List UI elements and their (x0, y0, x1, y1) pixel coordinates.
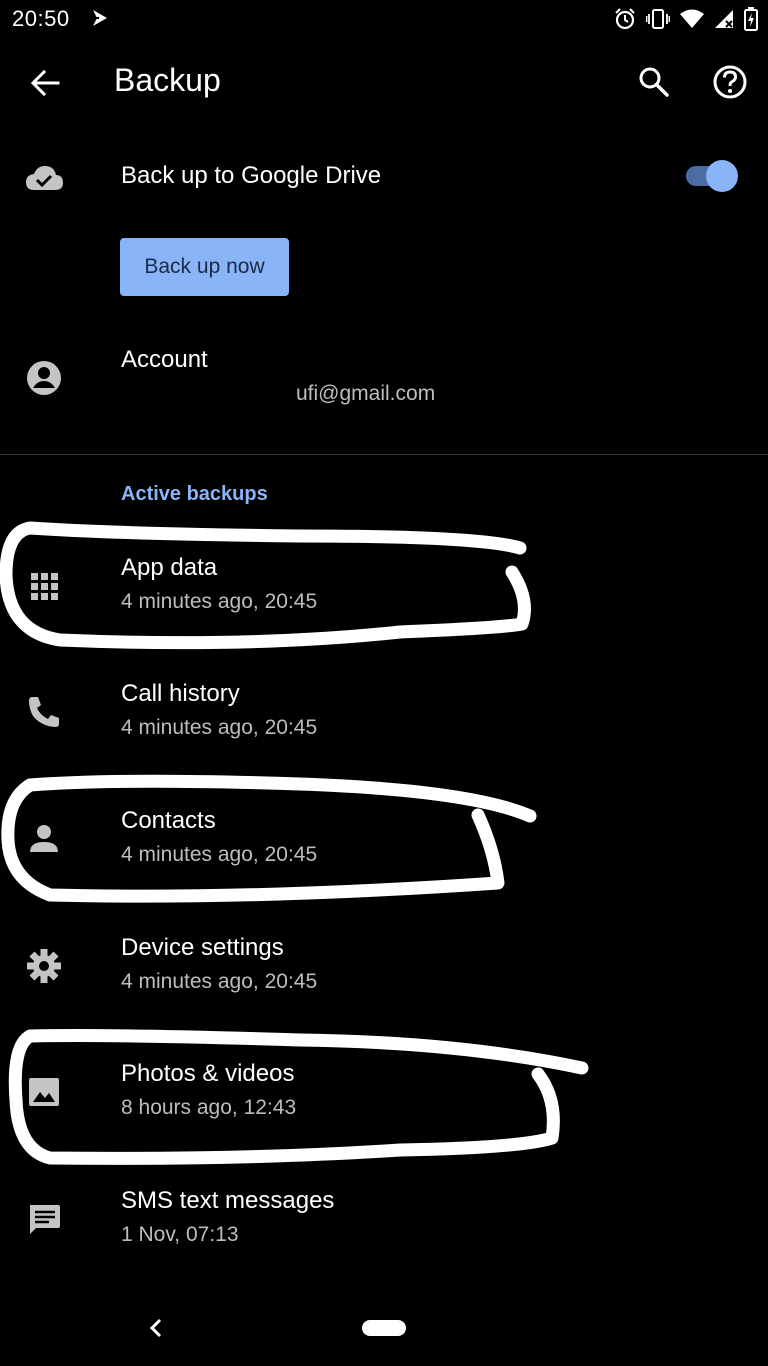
active-backups-header: Active backups (121, 483, 268, 505)
status-bar: 20:50 (0, 0, 768, 40)
list-item-title: Contacts (121, 807, 216, 834)
google-drive-backup-row[interactable]: Back up to Google Drive (0, 140, 768, 212)
list-item-photos-videos[interactable]: Photos & videos 8 hours ago, 12:43 (0, 1046, 768, 1146)
list-item-subtitle: 4 minutes ago, 20:45 (121, 843, 318, 866)
notification-icon (93, 10, 107, 26)
help-icon[interactable] (710, 62, 750, 102)
signal-icon (715, 10, 733, 28)
divider (0, 454, 768, 455)
status-icons (614, 7, 758, 31)
toggle-thumb (706, 160, 738, 192)
back-up-now-button[interactable]: Back up now (120, 238, 289, 296)
image-icon (29, 1078, 59, 1106)
google-drive-backup-toggle[interactable] (686, 158, 738, 192)
message-icon (30, 1205, 60, 1234)
account-label: Account (121, 346, 208, 373)
list-item-title: Call history (121, 680, 240, 707)
list-item-title: SMS text messages (121, 1187, 335, 1214)
list-item-title: Device settings (121, 934, 284, 961)
alarm-icon (615, 8, 635, 30)
battery-icon (744, 7, 758, 31)
list-item-subtitle: 4 minutes ago, 20:45 (121, 590, 318, 613)
wifi-icon (680, 9, 704, 28)
list-item-subtitle: 8 hours ago, 12:43 (121, 1096, 297, 1119)
list-item-subtitle: 4 minutes ago, 20:45 (121, 716, 318, 739)
nav-home-pill[interactable] (362, 1320, 406, 1336)
apps-grid-icon (31, 573, 58, 600)
backup-screen: 20:50 Backup Back up to Google Drive Bac… (0, 0, 768, 1366)
list-item-title: App data (121, 554, 218, 581)
list-item-call-history[interactable]: Call history 4 minutes ago, 20:45 (0, 666, 768, 766)
gear-icon (27, 949, 61, 983)
nav-back-icon[interactable] (146, 1316, 166, 1340)
cloud-done-icon (26, 166, 63, 190)
search-icon[interactable] (636, 64, 672, 100)
account-row[interactable]: Account ufi@gmail.com (0, 330, 768, 430)
account-circle-icon (27, 361, 61, 395)
list-item-sms[interactable]: SMS text messages 1 Nov, 07:13 (0, 1173, 768, 1273)
list-item-subtitle: 1 Nov, 07:13 (121, 1223, 239, 1246)
list-item-title: Photos & videos (121, 1060, 295, 1087)
vibrate-icon (646, 9, 670, 29)
app-bar: Backup (0, 46, 768, 120)
list-item-device-settings[interactable]: Device settings 4 minutes ago, 20:45 (0, 920, 768, 1020)
status-time: 20:50 (12, 6, 70, 31)
page-title: Backup (114, 62, 221, 98)
google-drive-backup-label: Back up to Google Drive (121, 162, 382, 189)
list-item-subtitle: 4 minutes ago, 20:45 (121, 970, 318, 993)
person-icon (30, 825, 58, 852)
list-item-contacts[interactable]: Contacts 4 minutes ago, 20:45 (0, 793, 768, 893)
account-email: ufi@gmail.com (296, 382, 436, 405)
list-item-app-data[interactable]: App data 4 minutes ago, 20:45 (0, 540, 768, 640)
back-arrow-icon[interactable] (28, 66, 62, 100)
phone-icon (29, 697, 59, 727)
